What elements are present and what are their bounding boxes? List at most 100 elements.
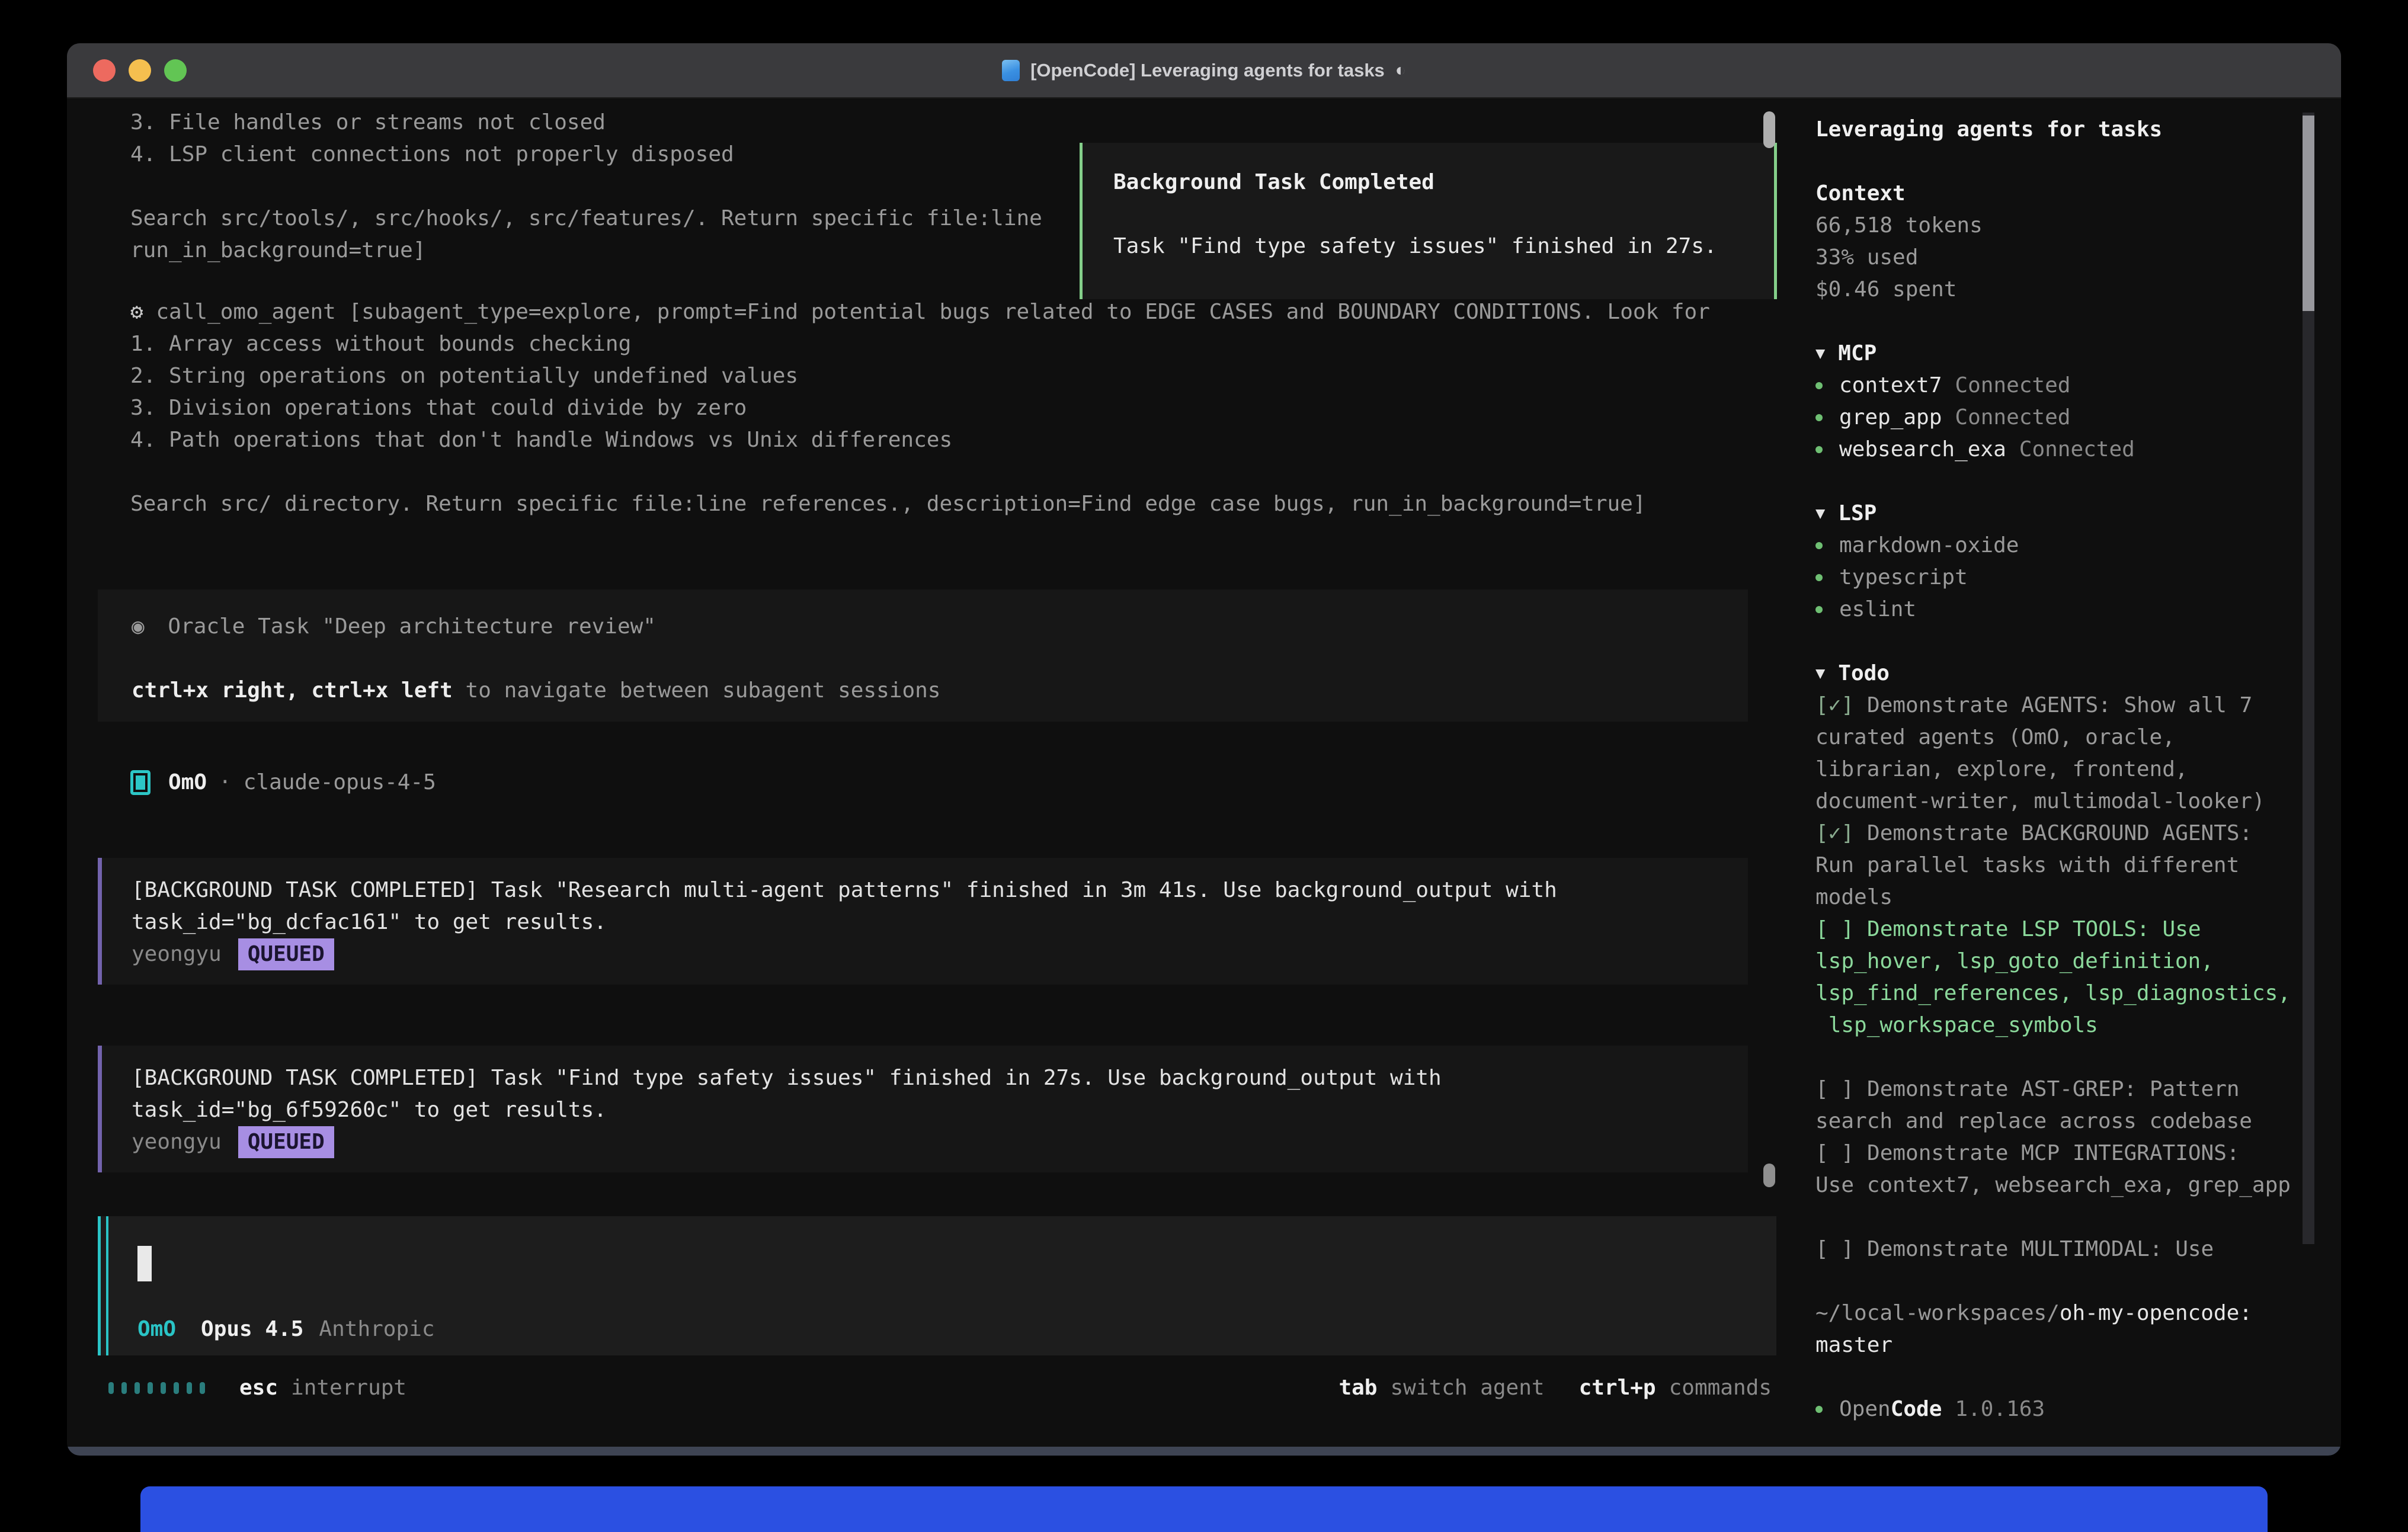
tab-shortcut[interactable]: tab switch agent bbox=[1339, 1376, 1544, 1400]
background-task-message: [BACKGROUND TASK COMPLETED] Task "Find t… bbox=[98, 1046, 1748, 1172]
target-icon: ◉ bbox=[132, 614, 145, 639]
checkbox-empty-icon: [ ] bbox=[1815, 917, 1854, 941]
hint-text: to navigate between subagent sessions bbox=[466, 678, 941, 703]
todo-item: [ ]Demonstrate MULTIMODAL: Use bbox=[1815, 1233, 2307, 1265]
status-badge: QUEUED bbox=[238, 938, 334, 970]
context-used: 33% used bbox=[1815, 242, 2307, 274]
tool-call-body: 1. Array access without bounds checking … bbox=[130, 328, 1783, 520]
opencode-version: OpenCode 1.0.163 bbox=[1815, 1393, 2307, 1425]
oracle-task-card: ◉ Oracle Task "Deep architecture review"… bbox=[98, 589, 1748, 722]
chevron-down-icon: ▼ bbox=[1815, 658, 1825, 690]
main-scrollbar-thumb-lower[interactable] bbox=[1763, 1164, 1775, 1187]
background-task-notification: Background Task Completed Task "Find typ… bbox=[1080, 143, 1777, 299]
esc-shortcut[interactable]: esc interrupt bbox=[239, 1376, 406, 1400]
checkbox-empty-icon: [ ] bbox=[1815, 1077, 1854, 1101]
desktop: { "colors": { "accent_cyan": "#2ac4c6", … bbox=[0, 0, 2408, 1532]
workspace-path: ~/local-workspaces/oh-my-opencode: maste… bbox=[1815, 1297, 2307, 1361]
tab-label: switch agent bbox=[1390, 1376, 1544, 1400]
prompt-input[interactable]: OmO Opus 4.5 Anthropic bbox=[98, 1216, 1776, 1355]
half-circle-icon: ◐ bbox=[1395, 60, 1406, 81]
commands-shortcut[interactable]: ctrl+p commands bbox=[1579, 1376, 1772, 1400]
status-dot-icon bbox=[1815, 606, 1823, 613]
message-line: task_id="bg_dcfac161" to get results. bbox=[132, 906, 1748, 938]
todo-section-header[interactable]: ▼ Todo bbox=[1815, 658, 2307, 690]
status-dot-icon bbox=[1815, 382, 1823, 389]
window-title: [OpenCode] Leveraging agents for tasks ◐ bbox=[1002, 60, 1406, 81]
todo-item: [✓]Demonstrate BACKGROUND AGENTS: Run pa… bbox=[1815, 818, 2307, 914]
titlebar[interactable]: [OpenCode] Leveraging agents for tasks ◐ bbox=[67, 43, 2341, 98]
todo-item-active: [ ]Demonstrate LSP TOOLS: Use lsp_hover,… bbox=[1815, 914, 2307, 1041]
checkbox-empty-icon: [ ] bbox=[1815, 1141, 1854, 1165]
oracle-task-title-row: ◉ Oracle Task "Deep architecture review" bbox=[132, 611, 1748, 643]
message-author: yeongyu bbox=[132, 938, 222, 970]
lsp-item: typescript bbox=[1815, 562, 2307, 594]
agent-header: OmO · claude-opus-4-5 bbox=[130, 767, 436, 799]
main-scrollbar-thumb[interactable] bbox=[1763, 111, 1775, 148]
esc-key: esc bbox=[239, 1376, 278, 1400]
lsp-item: markdown-oxide bbox=[1815, 530, 2307, 562]
window-bottom-edge bbox=[67, 1447, 2341, 1456]
context-heading: Context bbox=[1815, 178, 2307, 210]
notification-title: Background Task Completed bbox=[1113, 166, 1774, 198]
lsp-item: eslint bbox=[1815, 594, 2307, 626]
esc-label: interrupt bbox=[291, 1376, 406, 1400]
dock-bar[interactable] bbox=[140, 1486, 2268, 1532]
status-dot-icon bbox=[1815, 542, 1823, 549]
message-line: task_id="bg_6f59260c" to get results. bbox=[132, 1094, 1748, 1126]
context-spent: $0.46 spent bbox=[1815, 274, 2307, 306]
input-model-name[interactable]: Opus 4.5 bbox=[201, 1317, 303, 1341]
session-title: Leveraging agents for tasks bbox=[1815, 114, 2307, 146]
ctrl-p-key: ctrl+p bbox=[1579, 1376, 1656, 1400]
tool-call-first-line: call_omo_agent [subagent_type=explore, p… bbox=[156, 300, 1710, 324]
traffic-lights bbox=[93, 59, 187, 82]
hint-shortcut-keys: ctrl+x right, ctrl+x left bbox=[132, 678, 453, 703]
status-dot-icon bbox=[1815, 414, 1823, 421]
chevron-down-icon: ▼ bbox=[1815, 338, 1825, 370]
checkbox-empty-icon: [ ] bbox=[1815, 1237, 1854, 1261]
minimize-button[interactable] bbox=[129, 59, 151, 82]
tab-key: tab bbox=[1339, 1376, 1377, 1400]
separator-dot: · bbox=[219, 767, 232, 799]
document-icon bbox=[1002, 60, 1020, 81]
status-dot-icon bbox=[1815, 1406, 1823, 1413]
opencode-window: [OpenCode] Leveraging agents for tasks ◐… bbox=[67, 43, 2341, 1456]
lsp-section-header[interactable]: ▼ LSP bbox=[1815, 498, 2307, 530]
maximize-button[interactable] bbox=[164, 59, 187, 82]
background-task-message: [BACKGROUND TASK COMPLETED] Task "Resear… bbox=[98, 858, 1748, 985]
terminal-content: 3. File handles or streams not closed 4.… bbox=[67, 98, 2341, 1447]
terminal-output-top: 3. File handles or streams not closed 4.… bbox=[130, 107, 1042, 267]
sidebar-scrollbar-thumb[interactable] bbox=[2303, 116, 2314, 311]
todo-item: [✓]Demonstrate AGENTS: Show all 7 curate… bbox=[1815, 690, 2307, 818]
checkbox-checked-icon: [✓] bbox=[1815, 693, 1854, 717]
mcp-item: grep_app Connected bbox=[1815, 402, 2307, 434]
git-branch: master bbox=[1815, 1329, 2307, 1361]
commands-label: commands bbox=[1669, 1376, 1772, 1400]
gear-icon: ⚙ bbox=[130, 300, 143, 324]
text-cursor bbox=[137, 1246, 152, 1281]
input-agent-name[interactable]: OmO bbox=[137, 1317, 176, 1341]
subagent-navigation-hint: ctrl+x right, ctrl+x left to navigate be… bbox=[132, 675, 1748, 707]
agent-model: claude-opus-4-5 bbox=[244, 767, 436, 799]
mcp-section-header[interactable]: ▼ MCP bbox=[1815, 338, 2307, 370]
message-line: [BACKGROUND TASK COMPLETED] Task "Find t… bbox=[132, 1062, 1748, 1094]
input-provider-name: Anthropic bbox=[319, 1317, 434, 1341]
activity-dots-icon bbox=[108, 1382, 205, 1394]
status-dot-icon bbox=[1815, 574, 1823, 581]
status-bar: esc interrupt tab switch agent ctrl+p co… bbox=[108, 1376, 1772, 1400]
oracle-task-title: Oracle Task "Deep architecture review" bbox=[168, 614, 656, 639]
status-dot-icon bbox=[1815, 446, 1823, 453]
context-tokens: 66,518 tokens bbox=[1815, 210, 2307, 242]
agent-name: OmO bbox=[168, 767, 207, 799]
mcp-item: context7 Connected bbox=[1815, 370, 2307, 402]
mcp-item: websearch_exa Connected bbox=[1815, 434, 2307, 466]
chevron-down-icon: ▼ bbox=[1815, 498, 1825, 530]
window-title-text: [OpenCode] Leveraging agents for tasks bbox=[1030, 60, 1385, 81]
close-button[interactable] bbox=[93, 59, 116, 82]
notification-body: Task "Find type safety issues" finished … bbox=[1113, 230, 1774, 262]
session-sidebar: Leveraging agents for tasks Context 66,5… bbox=[1815, 114, 2307, 1425]
message-line: [BACKGROUND TASK COMPLETED] Task "Resear… bbox=[132, 874, 1748, 906]
agent-icon bbox=[130, 770, 150, 795]
todo-item: [ ]Demonstrate MCP INTEGRATIONS: Use con… bbox=[1815, 1137, 2307, 1201]
todo-item: [ ]Demonstrate AST-GREP: Pattern search … bbox=[1815, 1073, 2307, 1137]
tool-call-block: ⚙ call_omo_agent [subagent_type=explore,… bbox=[130, 296, 1783, 520]
